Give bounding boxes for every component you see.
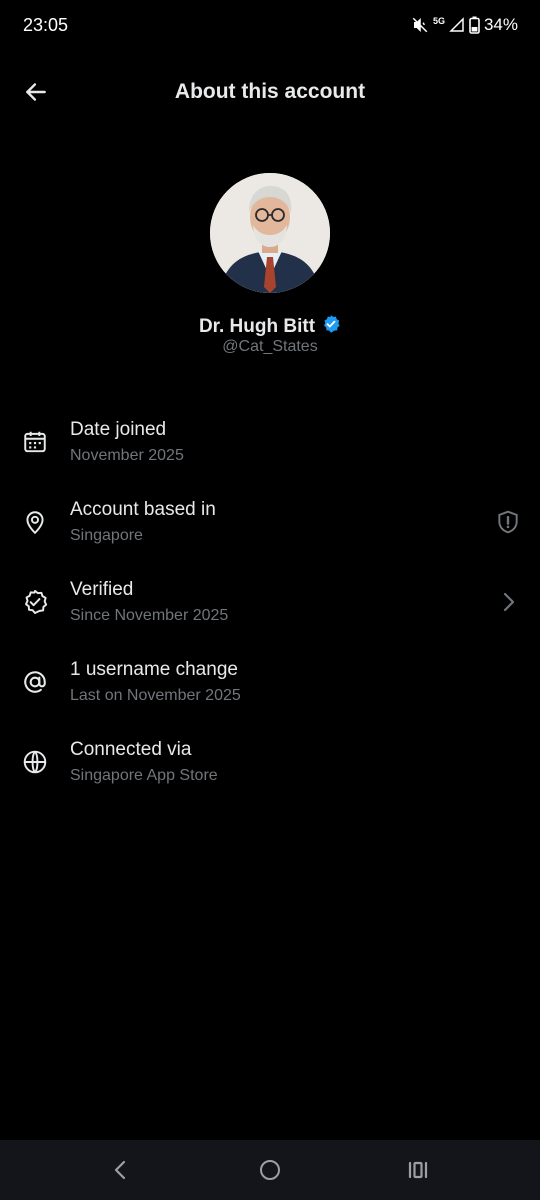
status-time: 23:05: [23, 15, 69, 35]
nav-back-icon: [114, 1160, 126, 1180]
info-item-verified[interactable]: Verified Since November 2025: [0, 560, 540, 640]
nav-back-button[interactable]: [105, 1154, 137, 1186]
nav-recents-button[interactable]: [402, 1154, 434, 1186]
network-label: 5G: [432, 16, 445, 26]
nav-home-icon: [260, 1160, 280, 1180]
at-sign-icon: [21, 668, 49, 696]
info-subtitle: Since November 2025: [70, 607, 229, 624]
profile-name-row: Dr. Hugh Bitt: [0, 314, 540, 339]
info-subtitle: Singapore App Store: [70, 767, 218, 784]
info-title: 1 username change: [70, 659, 238, 680]
shield-alert-icon[interactable]: [494, 508, 522, 536]
battery-icon: [469, 16, 480, 34]
status-icons: 5G 34%: [411, 15, 518, 35]
info-title: Connected via: [70, 739, 192, 760]
account-info-list: Date joined November 2025 Account based …: [0, 400, 540, 800]
calendar-icon: [21, 428, 49, 456]
avatar[interactable]: [210, 173, 330, 293]
info-title: Account based in: [70, 499, 216, 520]
battery-level: 34%: [483, 15, 518, 34]
profile-handle: @Cat_States: [222, 338, 318, 355]
nav-home-button[interactable]: [254, 1154, 286, 1186]
info-title: Verified: [70, 579, 134, 600]
nav-recents-icon: [408, 1161, 428, 1179]
status-bar: 23:05 5G 34%: [0, 0, 540, 52]
info-item-connected-via: Connected via Singapore App Store: [0, 720, 540, 800]
info-item-username-change: 1 username change Last on November 2025: [0, 640, 540, 720]
profile-name: Dr. Hugh Bitt: [198, 315, 316, 337]
verified-badge-outline-icon: [21, 588, 49, 616]
info-subtitle: Singapore: [70, 527, 143, 544]
chevron-right-icon[interactable]: [494, 588, 522, 616]
info-item-account-based-in: Account based in Singapore: [0, 480, 540, 560]
info-item-date-joined: Date joined November 2025: [0, 400, 540, 480]
info-title: Date joined: [70, 419, 167, 440]
avatar-portrait: [210, 173, 330, 293]
info-subtitle: Last on November 2025: [70, 687, 241, 704]
signal-icon: [449, 17, 465, 33]
globe-icon: [21, 748, 49, 776]
info-subtitle: November 2025: [70, 447, 184, 464]
location-pin-icon: [21, 508, 49, 536]
top-app-bar: About this account: [0, 60, 540, 126]
verified-badge-icon: [321, 314, 341, 339]
page-title: About this account: [174, 80, 366, 103]
mute-icon: [411, 16, 429, 34]
system-nav-bar: [0, 1140, 540, 1200]
